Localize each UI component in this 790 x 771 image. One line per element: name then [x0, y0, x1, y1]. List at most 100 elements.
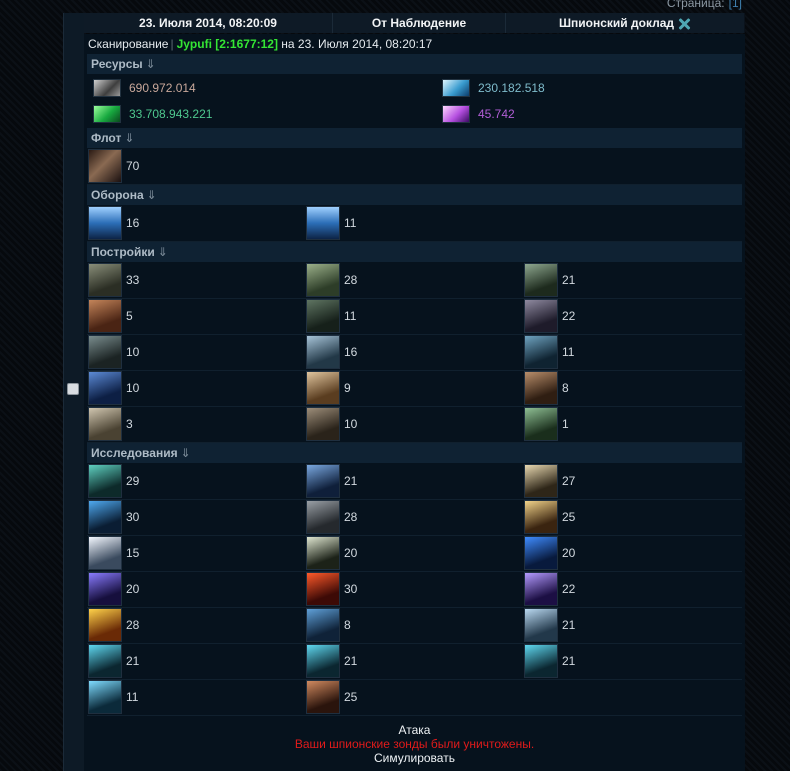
crystal-icon — [442, 79, 470, 97]
research-icon — [306, 500, 340, 534]
building-icon — [306, 299, 340, 333]
research-item: 28 — [88, 607, 139, 643]
building-level: 5 — [126, 309, 133, 323]
building-item: 10 — [88, 370, 139, 406]
research-item: 29 — [88, 463, 139, 499]
building-level: 22 — [562, 309, 576, 323]
section-research-title: Исследования — [91, 446, 178, 460]
collapse-arrow-icon[interactable]: ⇓ — [181, 446, 191, 460]
building-item: 11 — [306, 298, 356, 334]
building-item: 3 — [88, 406, 133, 442]
research-row: 20 30 22 — [87, 571, 742, 608]
simulate-link[interactable]: Симулировать — [84, 751, 745, 765]
section-buildings[interactable]: Постройки ⇓ — [87, 242, 742, 262]
building-item: 10 — [306, 406, 357, 442]
research-item: 15 — [88, 535, 139, 571]
research-icon — [88, 500, 122, 534]
building-level: 33 — [126, 273, 140, 287]
research-item: 30 — [88, 499, 139, 535]
collapse-arrow-icon[interactable]: ⇓ — [158, 245, 168, 259]
research-icon — [306, 680, 340, 714]
research-level: 8 — [344, 618, 351, 632]
building-icon — [524, 299, 558, 333]
page-link[interactable]: [1] — [729, 0, 742, 10]
section-fleet[interactable]: Флот ⇓ — [87, 128, 742, 148]
research-item: 20 — [306, 535, 357, 571]
player-coords-link[interactable]: Jypufi [2:1677:12] — [177, 37, 278, 51]
section-resources-title: Ресурсы — [91, 57, 143, 71]
building-level: 21 — [562, 273, 576, 287]
building-icon — [306, 335, 340, 369]
section-research[interactable]: Исследования ⇓ — [87, 443, 742, 463]
section-resources[interactable]: Ресурсы ⇓ — [87, 54, 742, 74]
building-icon — [524, 263, 558, 297]
building-level: 1 — [562, 417, 569, 431]
collapse-arrow-icon[interactable]: ⇓ — [147, 188, 157, 202]
resource-crystal: 230.182.518 — [442, 75, 545, 101]
fleet-item: 70 — [88, 148, 139, 184]
building-item: 33 — [88, 262, 139, 298]
research-item: 21 — [88, 643, 139, 679]
research-icon — [306, 464, 340, 498]
research-item: 21 — [524, 643, 575, 679]
research-icon — [88, 680, 122, 714]
research-level: 30 — [344, 582, 358, 596]
building-icon — [88, 299, 122, 333]
research-icon — [524, 500, 558, 534]
building-icon — [524, 335, 558, 369]
research-item: 8 — [306, 607, 351, 643]
research-icon — [524, 644, 558, 678]
research-level: 25 — [344, 690, 358, 704]
building-level: 28 — [344, 273, 358, 287]
defense-item: 16 — [88, 205, 139, 241]
building-icon — [306, 263, 340, 297]
research-item: 20 — [88, 571, 139, 607]
building-item: 9 — [306, 370, 351, 406]
research-row: 15 20 20 — [87, 535, 742, 572]
collapse-arrow-icon[interactable]: ⇓ — [124, 131, 134, 145]
metal-icon — [93, 79, 121, 97]
building-icon — [306, 407, 340, 441]
message-subject-cell: Шпионский доклад — [506, 13, 744, 33]
building-item: 10 — [88, 334, 139, 370]
resource-metal: 690.972.014 — [93, 75, 196, 101]
research-row: 28 8 21 — [87, 607, 742, 644]
building-level: 10 — [344, 417, 358, 431]
fleet-count: 70 — [126, 159, 140, 173]
research-level: 21 — [344, 474, 358, 488]
building-row: 10 16 11 — [87, 334, 742, 371]
defense-count: 16 — [126, 216, 140, 230]
message-checkbox[interactable] — [67, 383, 79, 395]
building-item: 28 — [306, 262, 357, 298]
collapse-arrow-icon[interactable]: ⇓ — [146, 57, 156, 71]
research-item: 27 — [524, 463, 575, 499]
building-item: 21 — [524, 262, 575, 298]
defense-count: 11 — [344, 216, 357, 230]
scan-prefix: Сканирование — [88, 37, 169, 51]
building-row: 10 9 8 — [87, 370, 742, 407]
building-row: 5 11 22 — [87, 298, 742, 335]
message-date: 23. Июля 2014, 08:20:09 — [84, 13, 333, 33]
research-icon — [306, 572, 340, 606]
research-level: 27 — [562, 474, 576, 488]
research-level: 29 — [126, 474, 140, 488]
building-level: 11 — [344, 309, 357, 323]
research-row: 30 28 25 — [87, 499, 742, 536]
building-level: 9 — [344, 381, 351, 395]
section-defense[interactable]: Оборона ⇓ — [87, 185, 742, 205]
research-level: 20 — [344, 546, 358, 560]
resource-crystal-value: 230.182.518 — [478, 81, 545, 95]
resource-dark-matter: 45.742 — [442, 101, 515, 127]
research-level: 11 — [126, 690, 139, 704]
attack-link[interactable]: Атака — [84, 723, 745, 737]
research-row: 29 21 27 — [87, 463, 742, 500]
building-level: 11 — [562, 345, 575, 359]
research-icon — [524, 464, 558, 498]
research-item: 11 — [88, 679, 138, 715]
building-icon — [88, 407, 122, 441]
ship-icon — [88, 149, 122, 183]
deuterium-icon — [93, 105, 121, 123]
message-subject: Шпионский доклад — [558, 16, 675, 30]
research-icon — [88, 644, 122, 678]
delete-icon[interactable] — [677, 17, 691, 31]
